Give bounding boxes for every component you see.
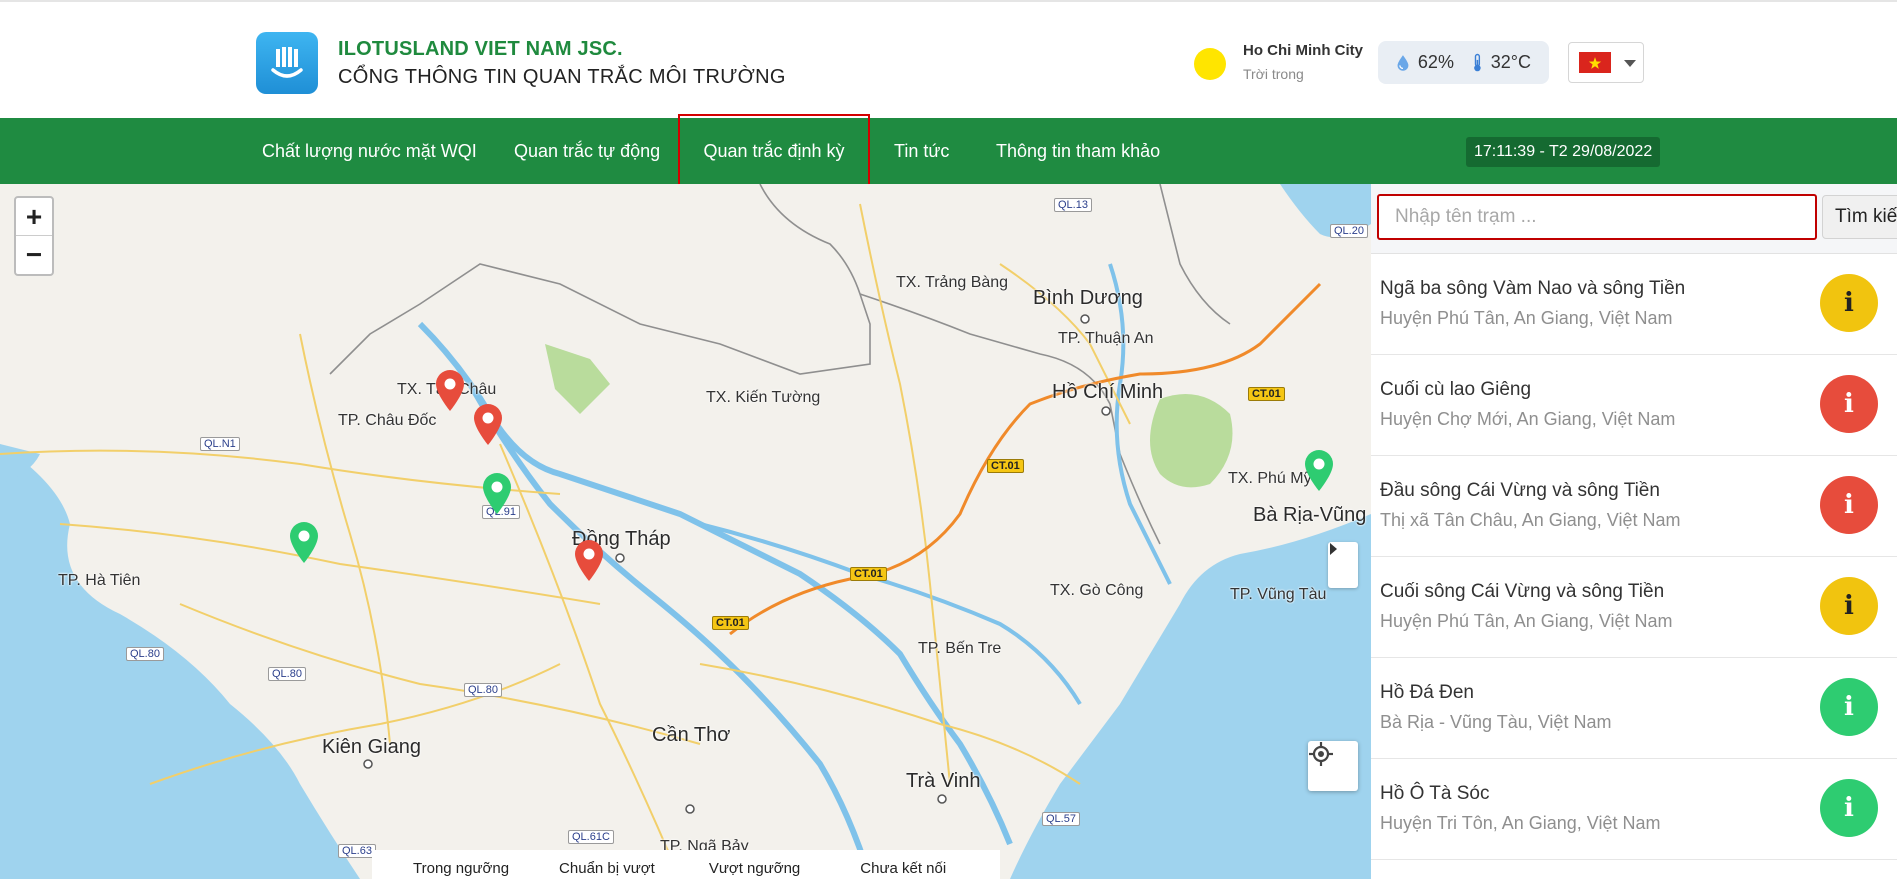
- nav-item-auto-monitoring[interactable]: Quan trắc tự động: [514, 118, 660, 184]
- station-item[interactable]: Ngã ba sông Vàm Nao và sông Tiền Huyện P…: [1371, 254, 1897, 355]
- station-marker-red[interactable]: [434, 368, 466, 412]
- zoom-in-button[interactable]: +: [16, 198, 52, 236]
- logo-icon: [271, 47, 303, 78]
- road-shield: CT.01: [987, 459, 1024, 473]
- road-shield: CT.01: [712, 616, 749, 630]
- road-shield: QL.80: [464, 683, 502, 697]
- legend-item-exceed: Vượt ngưỡng: [708, 860, 801, 877]
- sun-icon: [1194, 48, 1226, 80]
- temperature-value: 32°C: [1490, 52, 1531, 72]
- logo[interactable]: [256, 32, 318, 94]
- search-button[interactable]: Tìm kiếm: [1822, 195, 1897, 239]
- info-icon[interactable]: i: [1820, 678, 1878, 736]
- portal-title: CỔNG THÔNG TIN QUAN TRẮC MÔI TRƯỜNG: [338, 66, 786, 88]
- station-name: Ngã ba sông Vàm Nao và sông Tiền: [1380, 278, 1686, 299]
- map-label: Bà Rịa-Vũng Tàu: [1253, 504, 1371, 526]
- station-item[interactable]: Hồ Đá Đen Bà Rịa - Vũng Tàu, Việt Nam i: [1371, 658, 1897, 759]
- road-shield: QL.N1: [200, 437, 240, 451]
- map-label: TX. Kiến Tường: [706, 389, 821, 406]
- map-view[interactable]: TX. Trảng Bàng Bình Dương TP. Thuận An H…: [0, 184, 1371, 879]
- station-address: Huyện Chợ Mới, An Giang, Việt Nam: [1380, 409, 1676, 429]
- station-address: Huyện Tri Tôn, An Giang, Việt Nam: [1380, 813, 1661, 833]
- road-shield: CT.01: [1248, 387, 1285, 401]
- info-icon[interactable]: i: [1820, 375, 1878, 433]
- weather-city: Ho Chi Minh City: [1243, 42, 1363, 59]
- station-name: Cuối sông Cái Vừng và sông Tiền: [1380, 581, 1665, 602]
- station-name: Cuối cù lao Giêng: [1380, 379, 1532, 400]
- station-name: Đầu sông Cái Vừng và sông Tiền: [1380, 480, 1660, 501]
- map-canvas[interactable]: [0, 184, 1371, 879]
- zoom-out-button[interactable]: −: [16, 236, 52, 274]
- vietnam-flag-icon: [1579, 52, 1611, 73]
- road-shield: CT.01: [850, 567, 887, 581]
- map-label: TP. Bến Tre: [918, 640, 1002, 657]
- zoom-control: + −: [14, 196, 54, 276]
- info-icon[interactable]: i: [1820, 476, 1878, 534]
- main-nav: Chất lượng nước mặt WQI Quan trắc tự độn…: [0, 114, 1897, 188]
- company-name: ILOTUSLAND VIET NAM JSC.: [338, 38, 623, 60]
- station-search-input[interactable]: [1377, 194, 1817, 240]
- station-item[interactable]: Cuối sông Cái Vừng và sông Tiền Huyện Ph…: [1371, 557, 1897, 658]
- weather-stats: 62% 32°C: [1378, 41, 1549, 84]
- weather-description: Trời trong: [1243, 66, 1304, 82]
- legend-item-near: Chuẩn bị vượt: [559, 860, 655, 877]
- station-item[interactable]: Hồ Ô Tà Sóc Huyện Tri Tôn, An Giang, Việ…: [1371, 759, 1897, 860]
- station-name: Hồ Ô Tà Sóc: [1380, 783, 1490, 804]
- station-marker-green[interactable]: [1303, 448, 1335, 492]
- nav-item-periodic-monitoring[interactable]: Quan trắc định kỳ: [678, 114, 870, 188]
- map-label: TX. Phú Mỹ: [1228, 470, 1312, 487]
- road-shield: QL.13: [1054, 198, 1092, 212]
- station-marker-red[interactable]: [573, 538, 605, 582]
- station-sidebar: Tìm kiếm Ngã ba sông Vàm Nao và sông Tiề…: [1371, 184, 1897, 879]
- info-icon[interactable]: i: [1820, 274, 1878, 332]
- map-label: Trà Vinh: [906, 770, 981, 792]
- map-label: Hồ Chí Minh: [1052, 381, 1164, 403]
- crosshair-icon: [1309, 742, 1333, 766]
- humidity-icon: [1397, 54, 1409, 71]
- nav-item-wqi[interactable]: Chất lượng nước mặt WQI: [262, 118, 477, 184]
- info-icon[interactable]: i: [1820, 577, 1878, 635]
- humidity-value: 62%: [1417, 52, 1454, 72]
- road-shield: QL.20: [1330, 224, 1368, 238]
- clock: 17:11:39 - T2 29/08/2022: [1466, 137, 1661, 167]
- map-label: TP. Hà Tiên: [58, 572, 141, 589]
- station-marker-red[interactable]: [472, 402, 504, 446]
- station-marker-green[interactable]: [288, 520, 320, 564]
- station-item[interactable]: Đầu sông Cái Vừng và sông Tiền Thị xã Tâ…: [1371, 456, 1897, 557]
- nav-item-reference[interactable]: Thông tin tham khảo: [996, 118, 1160, 184]
- road-shield: QL.57: [1042, 812, 1080, 826]
- road-shield: QL.80: [126, 647, 164, 661]
- locate-button[interactable]: [1308, 741, 1358, 791]
- search-bar: Tìm kiếm: [1371, 184, 1897, 254]
- map-label: TX. Gò Công: [1050, 582, 1144, 599]
- station-name: Hồ Đá Đen: [1380, 682, 1474, 703]
- chevron-right-icon: [1330, 543, 1337, 555]
- map-label: Kiên Giang: [322, 736, 421, 758]
- map-label: Cần Thơ: [652, 724, 731, 746]
- station-marker-green[interactable]: [481, 471, 513, 515]
- station-address: Bà Rịa - Vũng Tàu, Việt Nam: [1380, 712, 1612, 732]
- nav-item-news[interactable]: Tin tức: [894, 118, 949, 184]
- header: ILOTUSLAND VIET NAM JSC. CỔNG THÔNG TIN …: [0, 0, 1897, 118]
- map-label: TP. Thuận An: [1058, 330, 1154, 347]
- map-legend: Trong ngưỡng Chuẩn bị vượt Vượt ngưỡng C…: [372, 850, 1000, 879]
- map-label: Bình Dương: [1033, 287, 1143, 309]
- language-selector[interactable]: [1568, 42, 1644, 83]
- chevron-down-icon: [1624, 59, 1636, 67]
- road-shield: QL.63: [338, 844, 376, 858]
- station-item[interactable]: Cuối cù lao Giêng Huyện Chợ Mới, An Gian…: [1371, 355, 1897, 456]
- road-shield: QL.80: [268, 667, 306, 681]
- map-label: TP. Vũng Tàu: [1230, 586, 1327, 603]
- legend-item-disconnected: Chưa kết nối: [860, 860, 947, 877]
- road-shield: QL.61C: [568, 830, 614, 844]
- legend-item-within: Trong ngưỡng: [413, 860, 510, 877]
- map-label: TP. Châu Đốc: [338, 412, 437, 429]
- info-icon[interactable]: i: [1820, 779, 1878, 837]
- map-label: TX. Trảng Bàng: [896, 274, 1009, 291]
- station-address: Huyện Phú Tân, An Giang, Việt Nam: [1380, 308, 1673, 328]
- thermometer-icon: [1474, 53, 1481, 71]
- station-address: Huyện Phú Tân, An Giang, Việt Nam: [1380, 611, 1673, 631]
- station-address: Thị xã Tân Châu, An Giang, Việt Nam: [1380, 510, 1681, 530]
- sidebar-toggle-button[interactable]: [1328, 542, 1358, 588]
